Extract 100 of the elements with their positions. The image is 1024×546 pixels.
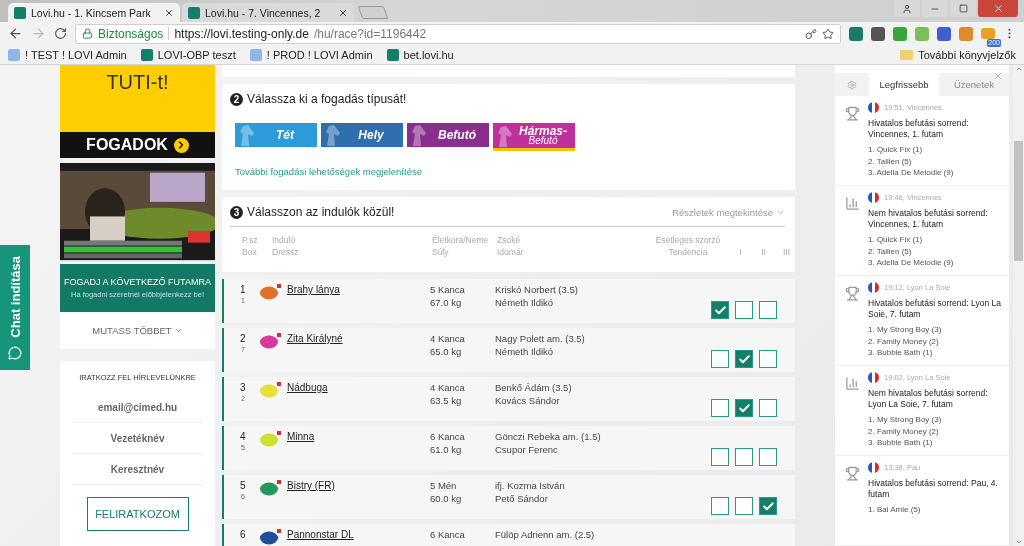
checkbox[interactable] xyxy=(711,301,729,319)
bookmark[interactable]: ! PROD ! LOVI Admin xyxy=(249,48,373,61)
scroll-up-icon[interactable] xyxy=(1014,65,1023,73)
weight: 67.0 kg xyxy=(430,297,462,308)
program-number: 3 xyxy=(240,382,246,393)
horse-link[interactable]: Minna xyxy=(287,431,315,442)
trophy-icon xyxy=(845,466,860,481)
key-icon[interactable] xyxy=(805,27,817,40)
scrollbar-thumb[interactable] xyxy=(1014,141,1023,261)
horse-link[interactable]: Nádbuga xyxy=(287,382,328,393)
column-header: Életkora/Neme Súly xyxy=(432,234,490,258)
flag-icon xyxy=(868,192,879,203)
reload-icon[interactable] xyxy=(54,27,67,40)
show-more-button[interactable]: MUTASS TÖBBET xyxy=(60,312,215,350)
scroll-down-icon[interactable] xyxy=(1014,538,1023,546)
back-icon[interactable] xyxy=(8,26,23,41)
age-sex: 5 Mén xyxy=(430,480,457,491)
bet-type-button[interactable]: Befutó xyxy=(407,123,489,147)
check-icon xyxy=(737,352,751,366)
program-number: 5 xyxy=(240,480,246,491)
checkbox[interactable] xyxy=(735,448,753,466)
input-field[interactable]: Keresztnév xyxy=(72,454,203,486)
horse-icon xyxy=(323,124,343,146)
checkbox[interactable] xyxy=(735,399,753,417)
flag-icon xyxy=(868,102,879,113)
checkbox[interactable] xyxy=(759,301,777,319)
horse-link[interactable]: Pannonstar DL xyxy=(287,529,354,540)
input-field[interactable]: email@cimed.hu xyxy=(72,392,203,424)
checkbox[interactable] xyxy=(711,399,729,417)
trophy-icon xyxy=(845,106,860,121)
age-sex: 6 Kanca xyxy=(430,431,465,442)
result-line: 1. My Strong Boy (3) xyxy=(868,324,943,336)
lock-icon xyxy=(82,28,93,39)
browser-tab[interactable]: Lovi.hu - 7. Vincennes, 2 xyxy=(182,3,354,22)
trophy-icon xyxy=(845,286,860,301)
jockey: ifj. Kozma István xyxy=(495,480,565,491)
checkbox[interactable] xyxy=(735,497,753,515)
bar-chart-icon xyxy=(845,376,860,391)
user-button[interactable] xyxy=(894,0,920,17)
feed-tab[interactable]: Legfrissebb xyxy=(869,73,939,96)
jockey-silk-icon xyxy=(260,529,282,545)
rss-icon[interactable] xyxy=(981,28,995,39)
feed-title: Hivatalos befutási sorrend: Pau, 4. futam xyxy=(868,478,999,500)
close-icon[interactable] xyxy=(164,7,174,18)
horse-link[interactable]: Bistry (FR) xyxy=(287,480,335,491)
feed-title: Hivatalos befutási sorrend: Vincennes, 1. futam xyxy=(868,118,970,140)
feed-title: Nem hivatalos befutási sorrend: Vincennes, 1. futam xyxy=(868,208,989,230)
extension-icon[interactable] xyxy=(849,26,863,41)
result-line: 1. Bal Amie (5) xyxy=(868,504,922,516)
extension-icon[interactable] xyxy=(937,26,951,41)
check-icon xyxy=(737,401,751,415)
bookmark[interactable]: bet.lovi.hu xyxy=(386,48,454,61)
section-heading: Válassza ki a fogadás típusát! xyxy=(247,92,408,106)
banner-text: TUTI-t! xyxy=(106,71,169,95)
minimize-button[interactable] xyxy=(922,0,948,17)
checkbox[interactable] xyxy=(711,497,729,515)
weight: 60.0 kg xyxy=(430,493,462,504)
checkbox[interactable] xyxy=(759,497,777,515)
close-icon xyxy=(992,3,1004,14)
checkbox[interactable] xyxy=(735,301,753,319)
bookmark[interactable]: LOVI-OBP teszt xyxy=(140,48,236,61)
horse-link[interactable]: Brahy lánya xyxy=(287,284,340,295)
checkbox[interactable] xyxy=(759,448,777,466)
browser-tab[interactable]: Lovi.hu - 1. Kincsem Park xyxy=(8,3,180,22)
bet-type-button[interactable]: Hely xyxy=(321,123,403,147)
column-header: Esetleges szorzó Tendencia xyxy=(654,234,722,258)
promo-title: FOGADJ A KÖVETKEZŐ FUTAMRA xyxy=(64,276,211,287)
jockey: Kriskó Norbert (3.5) xyxy=(495,284,578,295)
horse-link[interactable]: Zita Királyné xyxy=(287,333,343,344)
checkbox[interactable] xyxy=(735,350,753,368)
new-tab-button[interactable] xyxy=(357,6,389,19)
bookmark-folder[interactable]: További könyvjelzők xyxy=(900,48,1016,61)
subscribe-button[interactable]: FELIRATKOZOM xyxy=(86,497,189,532)
bet-type-button[interactable]: Hármas- Befutó xyxy=(493,123,575,151)
bet-button[interactable]: FOGADOK xyxy=(60,132,215,159)
trainer: Németh Ildikó xyxy=(495,346,554,357)
horse-icon xyxy=(409,124,429,146)
address-bar[interactable]: Biztonságos https://lovi.testing-only.de /hu/race?id=1196442 xyxy=(75,23,841,44)
flag-icon xyxy=(868,282,879,293)
extension-icon[interactable] xyxy=(893,26,907,41)
maximize-button[interactable] xyxy=(950,0,976,17)
checkbox[interactable] xyxy=(759,399,777,417)
jockey: Gönczi Rebeka am. (1.5) xyxy=(495,431,601,442)
checkbox[interactable] xyxy=(711,350,729,368)
extension-icon[interactable] xyxy=(871,26,885,41)
bookmark[interactable]: ! TEST ! LOVI Admin xyxy=(8,48,127,61)
checkbox[interactable] xyxy=(759,350,777,368)
bar-chart-icon xyxy=(845,196,860,211)
checkbox[interactable] xyxy=(711,448,729,466)
trainer: Kovács Sándor xyxy=(495,395,560,406)
jockey-silk-icon xyxy=(260,480,282,496)
program-number: 4 xyxy=(240,431,246,442)
chat-tab[interactable]: Chat indítása xyxy=(0,245,30,370)
result-line: 3. Bubble Bath (1) xyxy=(868,437,934,449)
star-icon[interactable] xyxy=(822,27,834,40)
scrollbar[interactable] xyxy=(1013,65,1024,546)
more-options-link[interactable]: További fogadási lehetőségek megjelenítése xyxy=(235,166,785,177)
close-button[interactable] xyxy=(978,0,1018,17)
close-icon[interactable] xyxy=(338,7,348,18)
input-field[interactable]: Vezetéknév xyxy=(72,423,203,455)
